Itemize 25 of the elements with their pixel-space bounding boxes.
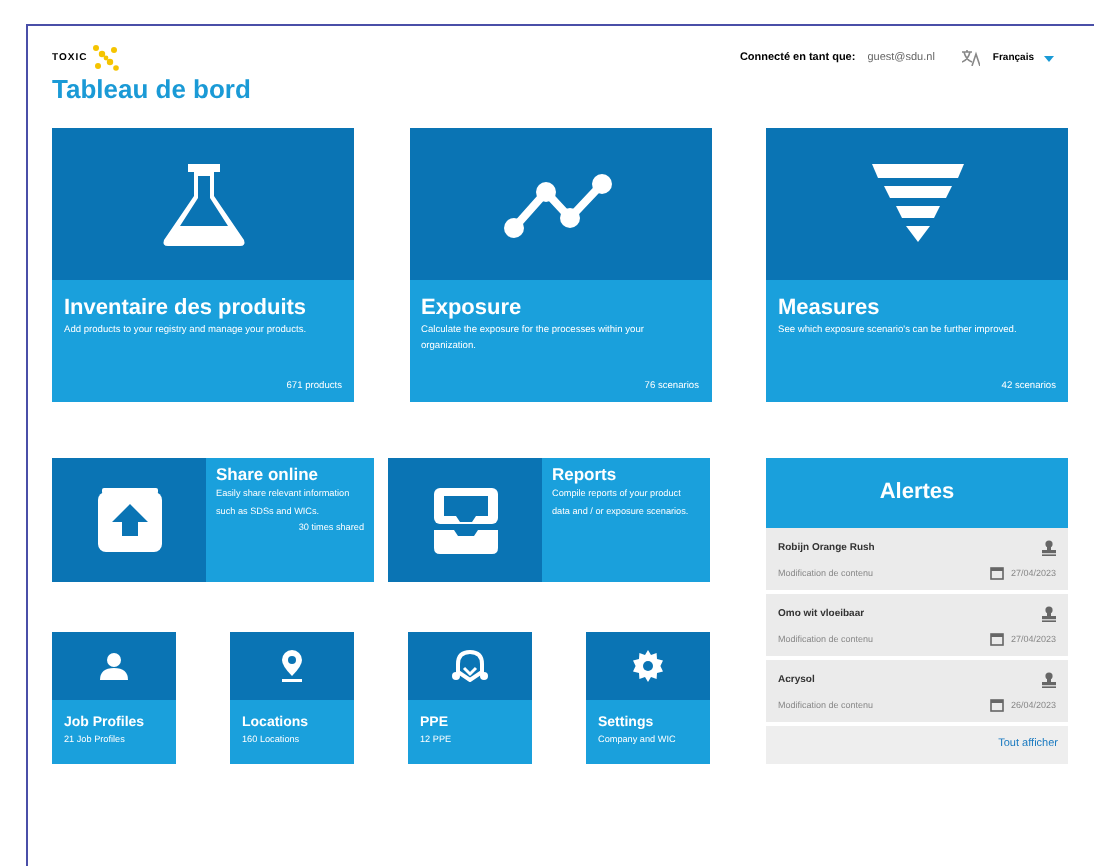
card-title: Reports: [552, 464, 619, 484]
inbox-tray-icon: [431, 486, 499, 554]
funnel-icon: [871, 164, 963, 244]
stamp-icon: [1042, 672, 1056, 688]
gas-mask-icon: [452, 650, 488, 682]
calendar-icon: [990, 632, 1005, 646]
stamp-icon: [1042, 606, 1056, 622]
calendar-icon: [990, 698, 1005, 712]
person-icon: [100, 652, 128, 680]
flask-icon: [159, 160, 247, 248]
sparkle-logo-icon: [89, 42, 122, 74]
card-title: Inventaire des produits: [64, 296, 309, 320]
card-title: Exposure: [421, 296, 524, 320]
settings-icon: [632, 650, 664, 682]
line-chart-icon: [504, 168, 616, 240]
page-title: Tableau de bord: [52, 74, 253, 104]
alerts-header: Alertes: [766, 458, 1068, 528]
stamp-icon: [1042, 540, 1056, 556]
card-title: Measures: [778, 296, 882, 320]
upload-box-icon: [95, 486, 163, 554]
calendar-icon: [990, 566, 1005, 580]
location-pin-icon: [280, 650, 304, 682]
translate-icon: [962, 50, 981, 66]
card-title: Share online: [216, 464, 321, 484]
caret-icon: [1044, 55, 1054, 61]
